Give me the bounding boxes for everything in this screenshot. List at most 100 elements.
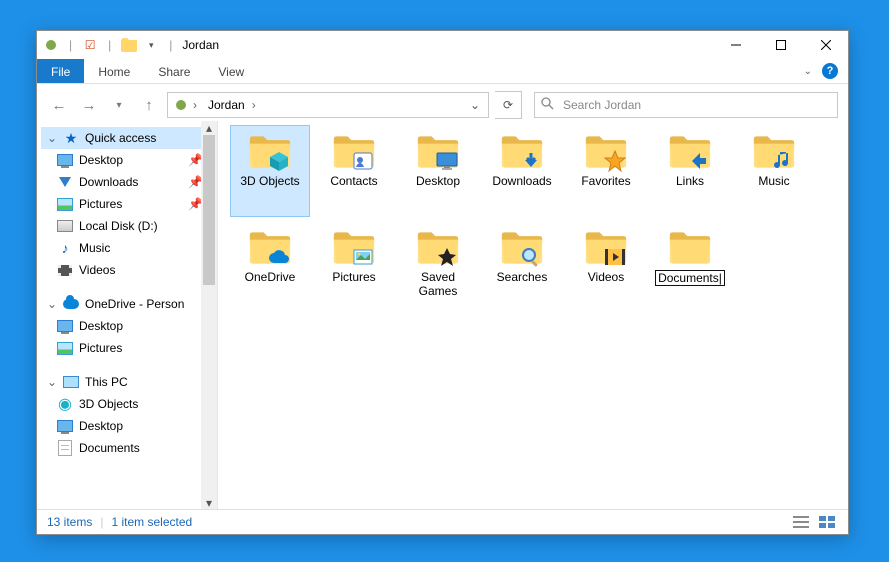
up-button[interactable]: ↑ <box>137 93 161 117</box>
folder-icon <box>246 226 294 270</box>
qat-dropdown-icon[interactable]: ▾ <box>143 37 159 53</box>
contact-overlay-icon <box>352 150 374 172</box>
folder-item-documents[interactable]: Documents <box>650 221 730 313</box>
chevron-down-icon[interactable]: ⌄ <box>47 375 57 389</box>
folder-icon <box>121 37 137 53</box>
games-overlay-icon <box>436 246 458 268</box>
item-label: Downloads <box>492 174 551 188</box>
nav-item-music[interactable]: ♪Music <box>41 237 217 259</box>
monitor-icon <box>57 418 73 434</box>
nav-item-documents[interactable]: Documents <box>41 437 217 459</box>
nav-onedrive[interactable]: ⌄ OneDrive - Person <box>41 293 217 315</box>
folder-icon <box>582 226 630 270</box>
monitor-icon <box>57 318 73 334</box>
nav-item-videos[interactable]: Videos <box>41 259 217 281</box>
folder-icon <box>666 130 714 174</box>
nav-item-3d-objects[interactable]: ◉ 3D Objects <box>41 393 217 415</box>
recent-locations-icon[interactable]: ▾ <box>107 93 131 117</box>
folder-item-downloads[interactable]: Downloads <box>482 125 562 217</box>
chevron-right-icon[interactable]: › <box>249 98 259 112</box>
item-label: Saved Games <box>400 270 476 298</box>
address-bar[interactable]: › Jordan › ⌄ <box>167 92 489 118</box>
link-overlay-icon <box>688 150 710 172</box>
window-title: Jordan <box>182 38 219 52</box>
tab-view-label: View <box>218 65 244 79</box>
items-view[interactable]: 3D ObjectsContactsDesktop Downloads Favori… <box>218 121 848 510</box>
nav-item-label: 3D Objects <box>79 397 138 411</box>
nav-label: This PC <box>85 375 128 389</box>
nav-label: OneDrive - Person <box>85 297 184 311</box>
folder-item-contacts[interactable]: Contacts <box>314 125 394 217</box>
folder-icon <box>498 130 546 174</box>
checkbox-icon[interactable]: ☑ <box>82 37 98 53</box>
nav-item-label: Desktop <box>79 319 123 333</box>
minimize-button[interactable] <box>713 31 758 59</box>
user-folder-icon <box>43 37 59 53</box>
rename-input[interactable]: Documents <box>655 270 725 286</box>
tab-file[interactable]: File <box>37 59 84 83</box>
qat: | ☑ | ▾ | <box>43 37 176 53</box>
tab-view[interactable]: View <box>204 59 258 83</box>
pictures-overlay-icon <box>352 246 374 268</box>
3d-icon: ◉ <box>57 396 73 412</box>
scroll-thumb[interactable] <box>203 135 215 285</box>
nav-item-local-disk-d-[interactable]: Local Disk (D:) <box>41 215 217 237</box>
nav-item-pictures[interactable]: Pictures <box>41 337 217 359</box>
maximize-button[interactable] <box>758 31 803 59</box>
tab-home[interactable]: Home <box>84 59 144 83</box>
folder-item-searches[interactable]: Searches <box>482 221 562 313</box>
nav-item-label: Documents <box>79 441 140 455</box>
folder-icon <box>666 226 714 270</box>
nav-item-pictures[interactable]: Pictures📌 <box>41 193 217 215</box>
refresh-button[interactable]: ⟳ <box>495 91 522 119</box>
nav-quick-access[interactable]: ⌄ ★ Quick access <box>41 127 217 149</box>
breadcrumb-item[interactable]: Jordan › <box>204 98 263 112</box>
forward-button[interactable]: → <box>77 93 101 117</box>
folder-item-saved-games[interactable]: Saved Games <box>398 221 478 313</box>
chevron-down-icon[interactable]: ⌄ <box>47 131 57 145</box>
address-dropdown-icon[interactable]: ⌄ <box>466 98 484 112</box>
tab-home-label: Home <box>98 65 130 79</box>
folder-item-links[interactable]: Links <box>650 125 730 217</box>
help-icon[interactable]: ? <box>822 63 838 79</box>
chevron-right-icon[interactable]: › <box>190 98 200 112</box>
folder-item-music[interactable]: Music <box>734 125 814 217</box>
folder-item-favorites[interactable]: Favorites <box>566 125 646 217</box>
cube-overlay-icon <box>268 150 290 172</box>
folder-item-pictures[interactable]: Pictures <box>314 221 394 313</box>
folder-item-desktop[interactable]: Desktop <box>398 125 478 217</box>
large-icons-view-button[interactable] <box>816 514 838 530</box>
chevron-down-icon[interactable]: ⌄ <box>47 297 57 311</box>
down-icon <box>57 174 73 190</box>
tab-share-label: Share <box>158 65 190 79</box>
scroll-up-icon[interactable]: ▴ <box>201 121 217 135</box>
star-icon: ★ <box>63 130 79 146</box>
folder-item-videos[interactable]: Videos <box>566 221 646 313</box>
search-box[interactable]: Search Jordan <box>534 92 838 118</box>
nav-item-label: Videos <box>79 263 115 277</box>
tab-file-label: File <box>51 65 70 79</box>
ribbon-expand-icon[interactable]: ⌄ <box>804 66 812 77</box>
tab-share[interactable]: Share <box>144 59 204 83</box>
item-label: Pictures <box>332 270 375 284</box>
disk-icon <box>57 218 73 234</box>
nav-item-desktop[interactable]: Desktop📌 <box>41 149 217 171</box>
back-button[interactable]: ← <box>47 93 71 117</box>
nav-this-pc[interactable]: ⌄ This PC <box>41 371 217 393</box>
close-button[interactable] <box>803 31 848 59</box>
details-view-button[interactable] <box>790 514 812 530</box>
nav-item-desktop[interactable]: Desktop <box>41 315 217 337</box>
title-bar: | ☑ | ▾ | Jordan <box>37 31 848 59</box>
item-label: Favorites <box>581 174 630 188</box>
nav-item-desktop[interactable]: Desktop <box>41 415 217 437</box>
folder-item-3d-objects[interactable]: 3D Objects <box>230 125 310 217</box>
nav-item-downloads[interactable]: Downloads📌 <box>41 171 217 193</box>
breadcrumb-root[interactable]: › <box>172 98 204 112</box>
breadcrumb-label: Jordan <box>208 98 245 112</box>
ribbon-tabs: File Home Share View ⌄ ? <box>37 59 848 84</box>
nav-scrollbar[interactable]: ▴ ▾ <box>201 121 217 510</box>
scroll-down-icon[interactable]: ▾ <box>201 496 217 510</box>
folder-item-onedrive[interactable]: OneDrive <box>230 221 310 313</box>
download-overlay-icon <box>520 150 542 172</box>
item-label: Links <box>676 174 704 188</box>
